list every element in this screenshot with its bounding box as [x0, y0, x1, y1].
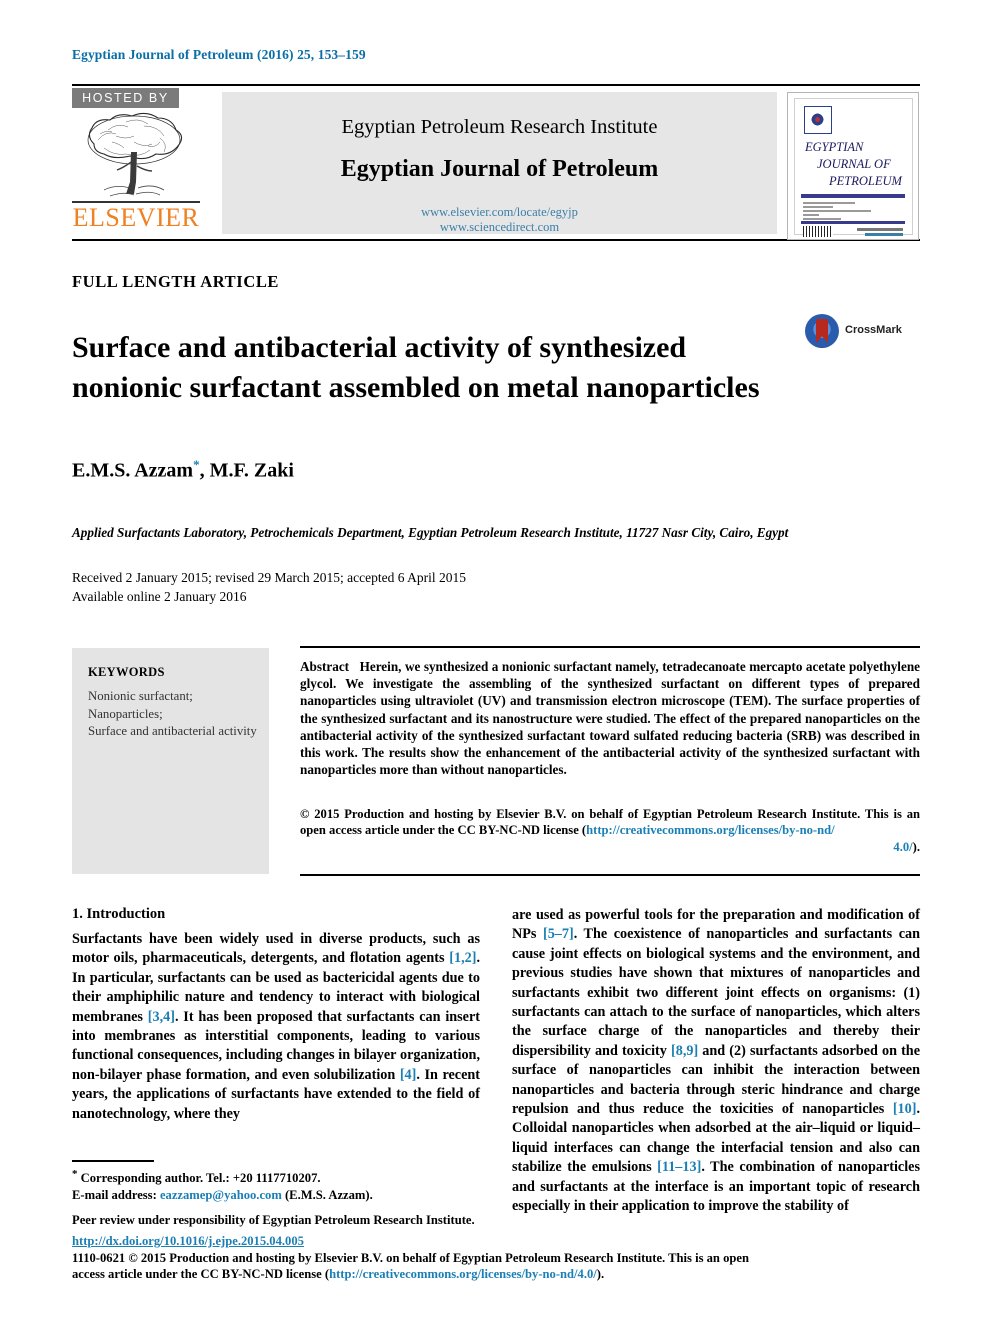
- page-title: Surface and antibacterial activity of sy…: [72, 331, 760, 405]
- available-online-line: Available online 2 January 2016: [72, 589, 247, 604]
- peer-review-note: Peer review under responsibility of Egyp…: [72, 1213, 475, 1228]
- license-close: ).: [912, 839, 920, 854]
- article-page: Egyptian Journal of Petroleum (2016) 25,…: [0, 0, 992, 1323]
- keyword-item: Nanoparticles;: [88, 706, 163, 721]
- journal-masthead: HOSTED BY ELSEVIER Egyptian Petroleum Re…: [72, 86, 920, 240]
- body-column-right: are used as powerful tools for the prepa…: [512, 906, 920, 1217]
- citation-ref[interactable]: [8,9]: [671, 1043, 698, 1059]
- article-dates: Received 2 January 2015; revised 29 Marc…: [72, 568, 466, 606]
- journal-title: Egyptian Journal of Petroleum: [340, 156, 659, 182]
- running-head: Egyptian Journal of Petroleum (2016) 25,…: [72, 47, 366, 62]
- email-label: E-mail address:: [72, 1188, 160, 1203]
- citation-ref[interactable]: [11–13]: [657, 1159, 701, 1175]
- keywords-heading: KEYWORDS: [88, 665, 165, 679]
- doi-link[interactable]: http://dx.doi.org/10.1016/j.ejpe.2015.04…: [72, 1234, 304, 1249]
- keywords-panel: KEYWORDS Nonionic surfactant; Nanopartic…: [72, 648, 269, 874]
- keyword-item: Nonionic surfactant;: [88, 689, 193, 703]
- journal-banner: Egyptian Petroleum Research Institute Eg…: [222, 92, 777, 234]
- footnote-star-marker: *: [72, 1168, 78, 1180]
- received-line: Received 2 January 2015; revised 29 Marc…: [72, 570, 467, 585]
- institute-seal-icon: [804, 106, 832, 134]
- cover-barcode-icon: [803, 226, 833, 237]
- link-sciencedirect[interactable]: www.sciencedirect.com: [222, 220, 777, 235]
- footnote-block: * Corresponding author. Tel.: +20 111771…: [72, 1166, 482, 1229]
- bottom-license-link[interactable]: http://creativecommons.org/licenses/by-n…: [329, 1267, 597, 1281]
- citation-ref[interactable]: [10]: [893, 1101, 917, 1117]
- publisher-institute: Egyptian Petroleum Research Institute: [341, 116, 658, 138]
- author-primary: E.M.S. Azzam: [72, 459, 194, 482]
- crossmark-icon: [805, 314, 839, 348]
- citation-ref[interactable]: [1,2]: [449, 950, 476, 966]
- cover-accent-bar: [801, 194, 905, 198]
- link-elsevier-locate[interactable]: www.elsevier.com/locate/egyjp: [222, 205, 777, 220]
- issn-copyright-block: 1110-0621 © 2015 Production and hosting …: [72, 1250, 772, 1283]
- body-column-left: Surfactants have been widely used in div…: [72, 930, 480, 1124]
- author-secondary: , M.F. Zaki: [199, 459, 294, 482]
- footnote-divider: [72, 1160, 154, 1162]
- cover-accent-bar-2: [801, 221, 905, 224]
- keywords-list: Nonionic surfactant; Nanoparticles; Surf…: [88, 688, 258, 741]
- cover-sciencedirect-mark: [865, 233, 903, 236]
- paragraph-text: . The coexistence of nanoparticles and s…: [512, 926, 920, 1059]
- affiliation: Applied Surfactants Laboratory, Petroche…: [72, 525, 789, 540]
- journal-cover-thumbnail: EGYPTIAN JOURNAL OF PETROLEUM: [787, 92, 919, 240]
- cover-title-line-1: EGYPTIAN: [805, 140, 864, 154]
- abstract-rule-top: [300, 646, 920, 648]
- citation-ref[interactable]: [5–7]: [543, 926, 574, 942]
- keyword-item: Surface and antibacterial activity: [88, 724, 257, 738]
- cover-footer-line: [857, 228, 903, 231]
- email-owner: (E.M.S. Azzam).: [281, 1188, 373, 1203]
- cover-inner-frame: EGYPTIAN JOURNAL OF PETROLEUM: [794, 98, 913, 237]
- paragraph-text: Surfactants have been widely used in div…: [72, 931, 480, 967]
- journal-links: www.elsevier.com/locate/egyjp www.scienc…: [222, 205, 777, 234]
- section-heading-introduction: 1. Introduction: [72, 906, 166, 922]
- license-link[interactable]: http://creativecommons.org/licenses/by-n…: [586, 823, 834, 837]
- crossmark-badge[interactable]: CrossMark: [805, 314, 915, 348]
- cover-title-line-2: JOURNAL OF: [817, 157, 891, 171]
- license-link-tail[interactable]: 4.0/: [893, 840, 912, 854]
- elsevier-tree-icon: [74, 110, 198, 206]
- cover-placeholder-text: [803, 202, 895, 222]
- article-type-label: FULL LENGTH ARTICLE: [72, 272, 280, 291]
- abstract-copyright: © 2015 Production and hosting by Elsevie…: [300, 806, 920, 855]
- author-list: E.M.S. Azzam*, M.F. Zaki: [72, 457, 294, 483]
- email-link[interactable]: eazzamep@yahoo.com: [160, 1188, 282, 1202]
- citation-ref[interactable]: [3,4]: [148, 1009, 175, 1025]
- crossmark-label: CrossMark: [845, 324, 902, 336]
- cover-title-line-3: PETROLEUM: [829, 174, 902, 188]
- abstract-label: Abstract: [300, 659, 350, 674]
- abstract-rule-bottom: [300, 874, 920, 876]
- cover-title: EGYPTIAN JOURNAL OF PETROLEUM: [803, 139, 905, 190]
- citation-ref[interactable]: [4]: [400, 1067, 417, 1083]
- bottom-license-close: ).: [596, 1267, 605, 1282]
- hosted-by-badge: HOSTED BY: [72, 88, 179, 108]
- abstract-body: Herein, we synthesized a nonionic surfac…: [300, 659, 921, 778]
- abstract-text: Abstract Herein, we synthesized a nonion…: [300, 658, 920, 778]
- elsevier-wordmark: ELSEVIER: [72, 203, 200, 232]
- corresponding-author-note: Corresponding author. Tel.: +20 11177102…: [80, 1171, 321, 1186]
